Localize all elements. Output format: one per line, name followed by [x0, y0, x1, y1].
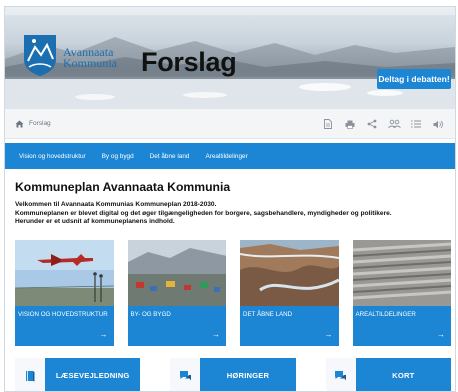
card-det-abne-land[interactable]: DET ÅBNE LAND →	[240, 240, 339, 346]
card-image-town	[127, 240, 226, 306]
join-debate-button[interactable]: Deltag i debatten!	[377, 69, 451, 89]
nav-item-vision[interactable]: Vision og hovedstruktur	[19, 153, 86, 160]
intro-line-3: Herunder er et udsnit af kommuneplanens …	[15, 218, 175, 226]
nav-item-arealtildelinger[interactable]: Arealtildelinger	[205, 153, 247, 160]
breadcrumb-current[interactable]: Forslag	[29, 120, 51, 127]
page-title: Forslag	[141, 47, 237, 77]
hearings-label: HØRINGER	[200, 358, 296, 391]
print-icon[interactable]	[339, 109, 361, 139]
card-arealtildelinger[interactable]: AREALTILDELINGER →	[352, 240, 451, 346]
card-vision[interactable]: VISION OG HOVEDSTRUKTUR →	[15, 240, 114, 346]
book-icon	[15, 358, 45, 391]
logo-text: Avannaata Kommunia	[63, 46, 117, 70]
home-icon[interactable]	[15, 119, 25, 129]
arrow-right-icon: →	[212, 330, 220, 339]
card-by-og-bygd[interactable]: BY- OG BYGD →	[127, 240, 226, 346]
arrow-right-icon: →	[99, 330, 108, 339]
hero-banner: Avannaata Kommunia Forslag Deltag i deba…	[5, 7, 455, 109]
hearings-button[interactable]: HØRINGER	[170, 358, 296, 391]
arrow-right-icon: →	[437, 330, 445, 339]
document-icon[interactable]	[317, 109, 339, 139]
card-image-airplane	[15, 240, 114, 306]
users-icon[interactable]	[383, 109, 405, 139]
intro-line-1: Velkommen til Avannaata Kommunias Kommun…	[15, 201, 217, 208]
arrow-right-icon: →	[324, 330, 333, 339]
nav-item-by-og-bygd[interactable]: By og bygd	[102, 153, 134, 160]
intro-line-2: Kommuneplanen er blevet digital og det ø…	[15, 209, 392, 217]
bottom-button-row: LÆSEVEJLEDNING HØRINGER KORT	[15, 358, 451, 391]
card-title: VISION OG HOVEDSTRUKTUR	[18, 311, 108, 318]
reading-guide-button[interactable]: LÆSEVEJLEDNING	[15, 358, 141, 391]
list-icon[interactable]	[405, 109, 427, 139]
intro-heading: Kommuneplan Avannaata Kommunia	[15, 180, 231, 194]
municipality-logo	[24, 35, 56, 76]
card-grid: VISION OG HOVEDSTRUKTUR → BY- OG BYGD →	[15, 240, 451, 346]
main-nav: Vision og hovedstruktur By og bygd Det å…	[5, 143, 455, 169]
card-image-textured	[352, 240, 451, 306]
chat-icon	[325, 358, 356, 391]
logo-text-line2: Kommunia	[63, 56, 117, 70]
nav-item-det-abne-land[interactable]: Det åbne land	[150, 153, 190, 160]
card-image-landscape	[240, 240, 339, 306]
intro-section: Kommuneplan Avannaata Kommunia Velkommen…	[15, 180, 451, 227]
speaker-icon[interactable]	[427, 109, 449, 139]
card-title: BY- OG BYGD	[130, 311, 171, 318]
share-icon[interactable]	[361, 109, 383, 139]
toolbar	[317, 109, 449, 139]
map-button[interactable]: KORT	[325, 358, 451, 391]
reading-guide-label: LÆSEVEJLEDNING	[45, 358, 141, 391]
map-label: KORT	[355, 358, 451, 391]
chat-icon	[170, 358, 201, 391]
card-title: DET ÅBNE LAND	[243, 311, 293, 318]
page-frame: Avannaata Kommunia Forslag Deltag i deba…	[4, 6, 456, 392]
breadcrumb-bar: Forslag	[5, 109, 455, 139]
card-title: AREALTILDELINGER	[355, 311, 416, 318]
